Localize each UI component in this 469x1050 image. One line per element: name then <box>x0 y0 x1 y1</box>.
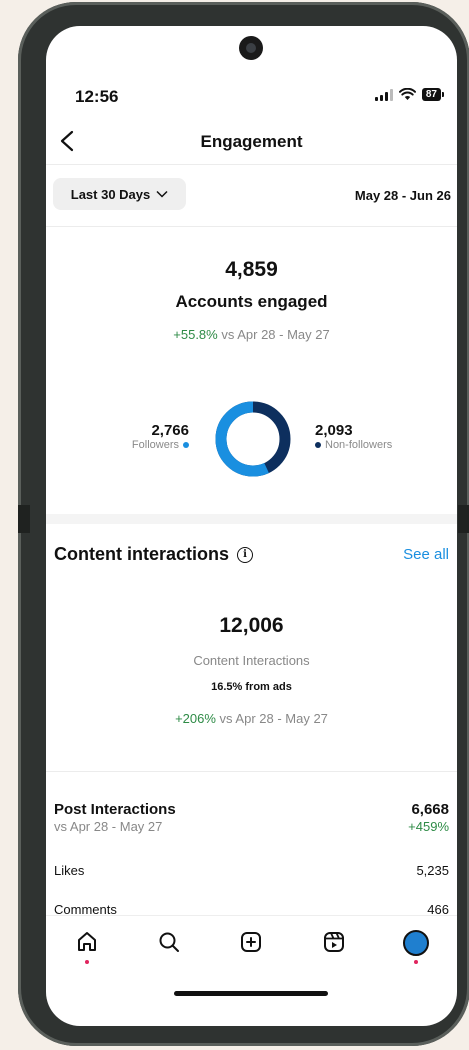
info-icon[interactable]: i <box>237 546 254 563</box>
filter-divider <box>46 226 457 227</box>
profile-notification-dot <box>413 960 418 964</box>
section-separator <box>46 514 457 524</box>
nav-search[interactable] <box>155 930 183 964</box>
screen: 12:56 87 Engagement Last 30 Days May 28 … <box>46 26 457 1026</box>
post-section-divider <box>46 771 457 772</box>
reels-icon <box>323 932 344 952</box>
content-interactions-title: Content interactions <box>54 544 230 564</box>
post-interactions-title: Post Interactions <box>54 801 176 818</box>
signal-icon <box>374 88 393 101</box>
followers-legend-dot <box>183 442 189 448</box>
header-divider <box>46 164 457 165</box>
create-icon <box>241 932 262 952</box>
accounts-change-percent: +55.8% <box>173 327 218 342</box>
content-interactions-count: 12,006 <box>219 614 284 637</box>
nav-home[interactable] <box>73 930 101 964</box>
accounts-change-row: +55.8% vs Apr 28 - May 27 <box>46 327 457 342</box>
accounts-engaged-label: Accounts engaged <box>175 292 328 311</box>
wifi-icon <box>398 88 416 100</box>
content-change-percent: +206% <box>175 711 216 726</box>
followers-stat: 2,766 Followers <box>132 422 189 451</box>
ads-share-text: 16.5% from ads <box>211 681 292 693</box>
nonfollowers-legend-dot <box>315 442 321 448</box>
top-bar: Engagement <box>46 124 457 164</box>
content-interactions-heading: Content interactions i <box>54 544 254 565</box>
status-icons: 87 <box>374 88 445 101</box>
battery-indicator: 87 <box>421 88 445 101</box>
nav-profile[interactable] <box>402 930 430 964</box>
nav-create[interactable] <box>237 930 265 964</box>
accounts-engaged-count: 4,859 <box>225 258 278 281</box>
search-icon <box>159 932 180 952</box>
content-interactions-label: Content Interactions <box>193 653 310 668</box>
home-icon <box>78 932 97 951</box>
see-all-link[interactable]: See all <box>403 546 449 563</box>
bottom-nav <box>46 915 457 975</box>
status-time: 12:56 <box>75 87 119 106</box>
nonfollowers-label: Non-followers <box>325 439 393 451</box>
nonfollowers-count: 2,093 <box>315 422 353 439</box>
followers-label: Followers <box>131 439 179 451</box>
post-interactions-compare: vs Apr 28 - May 27 <box>54 819 163 834</box>
date-range-dropdown[interactable]: Last 30 Days <box>53 178 186 210</box>
post-interactions-row[interactable]: Post Interactions vs Apr 28 - May 27 6,6… <box>54 801 449 834</box>
page-title: Engagement <box>200 132 303 151</box>
post-interactions-total: 6,668 <box>411 801 449 818</box>
post-interactions-change: +459% <box>408 819 449 834</box>
home-notification-dot <box>85 960 90 964</box>
avatar <box>402 930 429 956</box>
likes-value: 5,235 <box>416 863 449 878</box>
date-range-dropdown-label: Last 30 Days <box>70 186 151 202</box>
hinge-left <box>18 505 30 533</box>
nav-reels[interactable] <box>320 930 348 964</box>
date-range-text: May 28 - Jun 26 <box>354 188 451 203</box>
home-indicator <box>174 991 328 996</box>
hinge-right <box>458 505 469 533</box>
accounts-compare-period: vs Apr 28 - May 27 <box>221 327 330 342</box>
likes-label: Likes <box>54 863 85 878</box>
chevron-down-icon <box>156 190 168 198</box>
front-camera <box>239 36 263 60</box>
followers-donut-chart <box>215 401 291 477</box>
content-change-row: +206% vs Apr 28 - May 27 <box>46 711 457 726</box>
content-compare-period: vs Apr 28 - May 27 <box>219 711 328 726</box>
followers-count: 2,766 <box>151 422 189 439</box>
list-item: Likes 5,235 <box>54 863 449 878</box>
nonfollowers-stat: 2,093 Non-followers <box>315 422 392 451</box>
